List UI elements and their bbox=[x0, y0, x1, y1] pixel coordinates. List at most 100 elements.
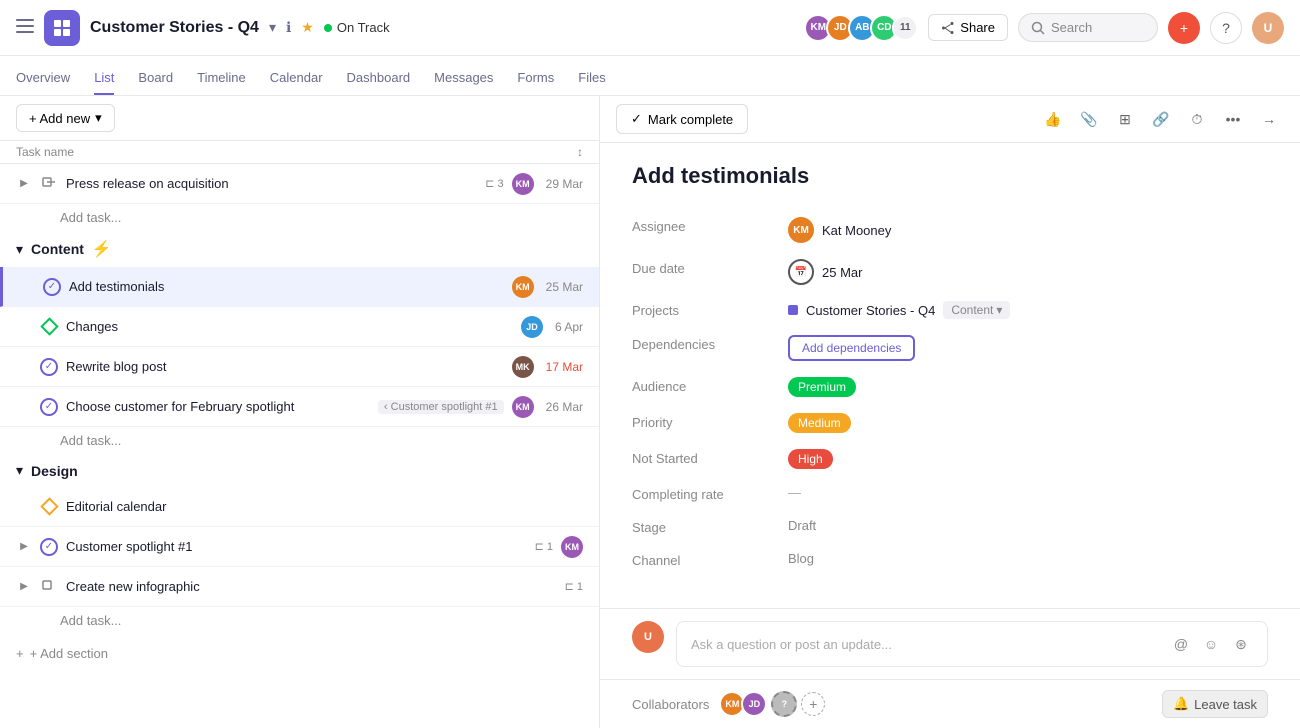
mark-complete-label: Mark complete bbox=[648, 112, 733, 127]
topbar: Customer Stories - Q4 ▾ ℹ ★ On Track KM … bbox=[0, 0, 1300, 56]
add-collaborator-button[interactable]: + bbox=[801, 692, 825, 716]
projects-value[interactable]: Customer Stories - Q4 Content ▾ bbox=[788, 301, 1268, 319]
help-button[interactable]: ? bbox=[1210, 12, 1242, 44]
dependencies-value: Add dependencies bbox=[788, 335, 1268, 361]
table-row[interactable]: ✓ Choose customer for February spotlight… bbox=[0, 387, 599, 427]
tab-calendar[interactable]: Calendar bbox=[270, 62, 323, 95]
topbar-right: KM JD AB CD 11 Share Search + ? U bbox=[804, 12, 1284, 44]
section-header-content[interactable]: ▾ Content ⚡ bbox=[0, 231, 599, 267]
gif-icon[interactable]: ⊛ bbox=[1229, 632, 1253, 656]
link-icon[interactable]: 🔗 bbox=[1146, 104, 1176, 134]
avatar-count[interactable]: 11 bbox=[892, 15, 918, 41]
section-header-design[interactable]: ▾ Design bbox=[0, 454, 599, 487]
search-placeholder: Search bbox=[1051, 20, 1092, 35]
collab-avatar: JD bbox=[741, 691, 767, 717]
hamburger-icon[interactable] bbox=[16, 19, 34, 36]
task-detail-panel: ✓ Mark complete 👍 📎 ⊞ 🔗 ⏱ ••• → Add test… bbox=[600, 96, 1300, 728]
close-icon[interactable]: → bbox=[1254, 104, 1284, 134]
task-check-icon[interactable]: ✓ bbox=[43, 278, 61, 296]
expand-button[interactable]: ▶ bbox=[16, 539, 32, 555]
section-collapse-icon: ▾ bbox=[16, 462, 23, 479]
task-check-icon[interactable]: ✓ bbox=[40, 538, 58, 556]
priority-label: Priority bbox=[632, 413, 772, 430]
milestone-icon bbox=[40, 578, 58, 596]
audience-badge: Premium bbox=[788, 377, 856, 397]
add-task-row[interactable]: Add task... bbox=[0, 607, 599, 634]
add-task-row[interactable]: Add task... bbox=[0, 204, 599, 231]
add-section-button[interactable]: + + Add section bbox=[0, 634, 599, 673]
mention-icon[interactable]: @ bbox=[1169, 632, 1193, 656]
tab-dashboard[interactable]: Dashboard bbox=[347, 62, 411, 95]
table-row[interactable]: ✓ Add testimonials KM 25 Mar bbox=[0, 267, 599, 307]
audience-value[interactable]: Premium bbox=[788, 377, 1268, 397]
like-icon[interactable]: 👍 bbox=[1038, 104, 1068, 134]
expand-button bbox=[16, 319, 32, 335]
timer-icon[interactable]: ⏱ bbox=[1182, 104, 1212, 134]
subtask-add-icon[interactable]: ⊞ bbox=[1110, 104, 1140, 134]
priority-value[interactable]: Medium bbox=[788, 413, 1268, 433]
channel-value[interactable]: Blog bbox=[788, 551, 1268, 566]
status-badge: On Track bbox=[324, 20, 390, 35]
status-text: On Track bbox=[337, 20, 390, 35]
share-button[interactable]: Share bbox=[928, 14, 1008, 41]
leave-task-button[interactable]: 🔔 Leave task bbox=[1162, 690, 1268, 718]
collab-avatar-unknown: ? bbox=[771, 691, 797, 717]
stage-value[interactable]: Draft bbox=[788, 518, 1268, 533]
audience-label: Audience bbox=[632, 377, 772, 394]
tab-board[interactable]: Board bbox=[138, 62, 173, 95]
milestone-diamond-icon bbox=[40, 318, 58, 336]
emoji-icon[interactable]: ☺ bbox=[1199, 632, 1223, 656]
not-started-value[interactable]: High bbox=[788, 449, 1268, 469]
task-check-icon[interactable]: ✓ bbox=[40, 358, 58, 376]
table-row[interactable]: ▶ ✓ Customer spotlight #1 ⊏ 1 KM bbox=[0, 527, 599, 567]
chevron-down-icon[interactable]: ▾ bbox=[269, 19, 276, 36]
chevron-down-icon: ▾ bbox=[996, 303, 1002, 317]
priority-badge: Medium bbox=[788, 413, 851, 433]
task-check-icon[interactable]: ✓ bbox=[40, 398, 58, 416]
tab-list[interactable]: List bbox=[94, 62, 114, 95]
tab-timeline[interactable]: Timeline bbox=[197, 62, 246, 95]
table-row[interactable]: Changes JD 6 Apr bbox=[0, 307, 599, 347]
table-row[interactable]: Editorial calendar bbox=[0, 487, 599, 527]
table-row[interactable]: ▶ Create new infographic ⊏ 1 bbox=[0, 567, 599, 607]
comment-icons: @ ☺ ⊛ bbox=[1169, 632, 1253, 656]
check-icon: ✓ bbox=[631, 111, 642, 127]
more-icon[interactable]: ••• bbox=[1218, 104, 1248, 134]
add-button[interactable]: + bbox=[1168, 12, 1200, 44]
add-new-button[interactable]: + Add new ▾ bbox=[16, 104, 115, 132]
attachment-icon[interactable]: 📎 bbox=[1074, 104, 1104, 134]
expand-button[interactable]: ▶ bbox=[16, 579, 32, 595]
star-icon[interactable]: ★ bbox=[301, 19, 314, 36]
assignee-value[interactable]: KM Kat Mooney bbox=[788, 217, 1268, 243]
user-avatar[interactable]: U bbox=[1252, 12, 1284, 44]
search-bar[interactable]: Search bbox=[1018, 13, 1158, 42]
project-dot bbox=[788, 305, 798, 315]
task-avatar: KM bbox=[512, 173, 534, 195]
completing-rate-value: — bbox=[788, 485, 1268, 500]
sort-icon[interactable]: ↕ bbox=[577, 145, 583, 159]
status-dot bbox=[324, 24, 332, 32]
add-task-row[interactable]: Add task... bbox=[0, 427, 599, 454]
subtask-icon: ⊏ 1 bbox=[535, 540, 553, 553]
table-row[interactable]: ✓ Rewrite blog post MK 17 Mar bbox=[0, 347, 599, 387]
task-date: 25 Mar bbox=[546, 280, 583, 294]
field-due-date: Due date 📅 25 Mar bbox=[632, 251, 1268, 293]
tab-files[interactable]: Files bbox=[578, 62, 605, 95]
subtask-icon: ⊏ 1 bbox=[565, 580, 583, 593]
add-dependencies-button[interactable]: Add dependencies bbox=[788, 335, 915, 361]
expand-button bbox=[19, 279, 35, 295]
tab-forms[interactable]: Forms bbox=[517, 62, 554, 95]
project-tag[interactable]: Content ▾ bbox=[943, 301, 1010, 319]
table-row[interactable]: ▶ Press release on acquisition ⊏ 3 KM 29… bbox=[0, 164, 599, 204]
tab-messages[interactable]: Messages bbox=[434, 62, 493, 95]
due-date-value[interactable]: 📅 25 Mar bbox=[788, 259, 1268, 285]
info-icon[interactable]: ℹ bbox=[286, 19, 291, 36]
comment-input-box[interactable]: Ask a question or post an update... @ ☺ … bbox=[676, 621, 1268, 667]
task-name: Editorial calendar bbox=[66, 499, 583, 514]
mark-complete-button[interactable]: ✓ Mark complete bbox=[616, 104, 748, 134]
app-icon bbox=[44, 10, 80, 46]
expand-button[interactable]: ▶ bbox=[16, 176, 32, 192]
task-name: Create new infographic bbox=[66, 579, 557, 594]
topbar-left: Customer Stories - Q4 ▾ ℹ ★ On Track bbox=[16, 10, 390, 46]
tab-overview[interactable]: Overview bbox=[16, 62, 70, 95]
